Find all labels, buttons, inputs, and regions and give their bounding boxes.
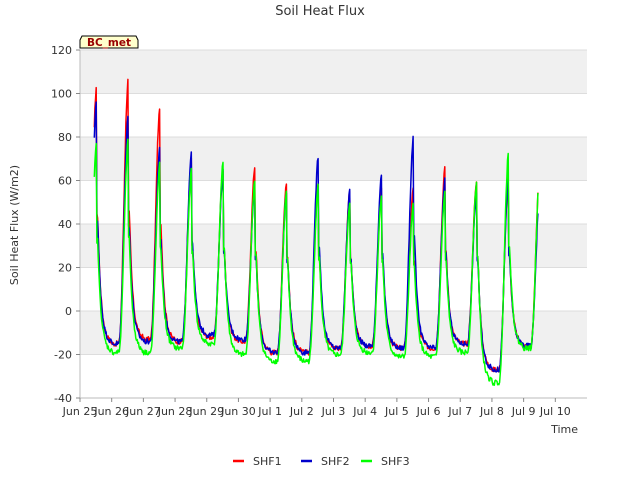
x-tick-label: Jul 8 [479,405,504,418]
y-tick-label: 60 [58,175,72,188]
x-tick-label: Jun 26 [93,405,129,418]
plot-band [80,50,587,94]
x-tick-label: Jun 25 [62,405,98,418]
x-tick-label: Jul 6 [416,405,441,418]
x-tick-label: Jul 2 [289,405,314,418]
y-tick-label: 40 [58,218,72,231]
annotation-label: BC_met [87,37,131,49]
legend-label-shf3: SHF3 [381,455,410,468]
x-axis-label: Time [550,423,578,436]
legend: SHF1 SHF2 SHF3 [233,455,410,468]
y-axis-label: Soil Heat Flux (W/m2) [8,165,21,285]
chart-container: Soil Heat Flux -40 -20 0 20 40 60 80 100 120 Jun … [0,0,640,480]
y-tick-label: -20 [54,349,72,362]
x-tick-label: Jun 29 [188,405,224,418]
y-tick-label: 0 [65,305,72,318]
x-tick-label: Jul 1 [257,405,282,418]
x-tick-label: Jun 27 [125,405,161,418]
y-tick-label: 20 [58,262,72,275]
x-tick-label: Jul 4 [352,405,377,418]
x-tick-label: Jun 30 [220,405,256,418]
y-tick-label: 120 [51,44,72,57]
legend-label-shf1: SHF1 [253,455,282,468]
chart-title: Soil Heat Flux [275,4,365,19]
y-tick-label: 80 [58,131,72,144]
soil-heat-flux-chart: Soil Heat Flux -40 -20 0 20 40 60 80 100 120 Jun … [8,4,587,468]
x-tick-label: Jul 5 [384,405,409,418]
y-tick-label: 100 [51,88,72,101]
x-tick-label: Jul 9 [511,405,536,418]
x-tick-label: Jun 28 [157,405,193,418]
x-tick-label: Jul 3 [321,405,346,418]
annotation-box: BC_met [79,35,139,49]
x-tick-label: Jul 7 [447,405,472,418]
legend-label-shf2: SHF2 [321,455,350,468]
x-tick-label: Jul 10 [539,405,571,418]
y-tick-label: -40 [54,392,72,405]
